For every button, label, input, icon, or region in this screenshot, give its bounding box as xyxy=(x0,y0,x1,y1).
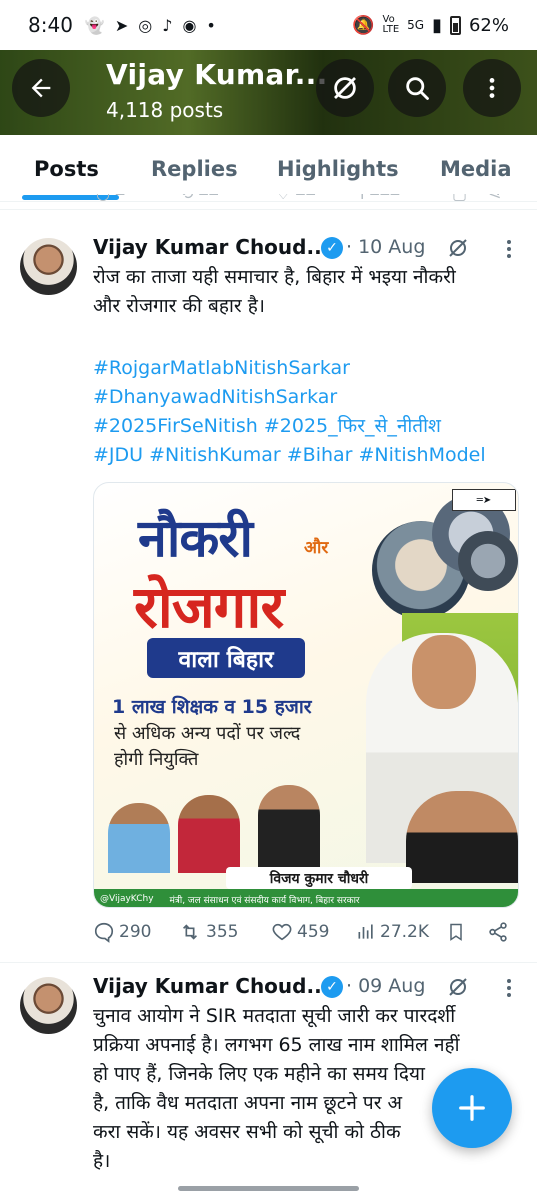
hashtag-link[interactable]: #2025FirSeNitish #2025_फिर_से_नीतीश xyxy=(93,412,525,441)
share-button[interactable] xyxy=(487,921,509,943)
gesture-nav-bar[interactable] xyxy=(178,1186,359,1191)
post-text-line: प्रक्रिया अपनाई है। लगभग 65 लाख नाम शामि… xyxy=(93,1034,460,1056)
hashtags: #RojgarMatlabNitishSarkar #DhanyawadNiti… xyxy=(93,354,525,470)
leader-face xyxy=(412,635,476,709)
post-media-image[interactable]: ═➤ नौकरी और रोजगार वाला बिहार 1 लाख शिक्… xyxy=(93,482,519,908)
media-line-1: 1 लाख शिक्षक व 15 हजार xyxy=(112,696,312,718)
media-conjunction: और xyxy=(304,538,329,558)
volte-icon: Vo LTE xyxy=(382,14,400,35)
profile-name: Vijay Kumar... xyxy=(106,58,328,91)
heart-icon xyxy=(272,923,292,941)
views-button[interactable]: 27.2K xyxy=(356,921,429,943)
signal-icon: ▮ xyxy=(432,14,442,36)
post-text-line: है। xyxy=(93,1150,111,1172)
tab-replies[interactable]: Replies xyxy=(151,157,238,181)
media-line-3: होगी नियुक्ति xyxy=(114,749,199,770)
hashtag-link[interactable]: #JDU #NitishKumar #Bihar #NitishModel xyxy=(93,441,525,470)
plus-icon xyxy=(459,1095,485,1121)
media-name-bar: विजय कुमार चौधरी xyxy=(226,867,412,889)
reply-count: 290 xyxy=(119,922,152,942)
media-badge: वाला बिहार xyxy=(147,638,305,678)
media-footer-handle: @VijayKChy xyxy=(100,894,154,904)
media-headline-1: नौकरी xyxy=(138,509,253,569)
author-avatar[interactable] xyxy=(20,238,77,295)
profile-header: Vijay Kumar... 4,118 posts xyxy=(0,50,537,135)
music-icon: ♪ xyxy=(162,15,173,35)
post-text-line: और रोजगार की बहार है। xyxy=(93,295,265,317)
verified-badge-icon: ✓ xyxy=(321,976,343,998)
repost-button[interactable]: 355 xyxy=(178,921,238,943)
minister-figure xyxy=(406,791,518,883)
post-actions: 290 355 459 27.2K xyxy=(0,921,537,951)
tab-posts[interactable]: Posts xyxy=(34,157,99,181)
post-text-line: रोज का ताजा यही समाचार है, बिहार में भइय… xyxy=(93,266,456,288)
repost-count: 355 xyxy=(206,922,239,942)
tab-highlights[interactable]: Highlights xyxy=(277,157,399,181)
post-count: 4,118 posts xyxy=(106,98,224,122)
author-name[interactable]: Vijay Kumar Choud... xyxy=(93,974,329,998)
bookmark-button[interactable] xyxy=(446,921,466,943)
media-footer-title: मंत्री, जल संसाधन एवं संसदीय कार्य विभाग… xyxy=(169,895,360,906)
like-button[interactable]: 459 xyxy=(271,921,329,943)
bookmark-icon xyxy=(450,923,462,941)
post-text-line: चुनाव आयोग ने SIR मतदाता सूची जारी कर पा… xyxy=(93,1005,456,1027)
app-icon: ◉ xyxy=(182,15,197,35)
repost-icon xyxy=(182,924,198,940)
search-button[interactable] xyxy=(388,59,446,117)
grok-icon[interactable] xyxy=(446,975,470,999)
like-count: 459 xyxy=(297,922,330,942)
workers-photo xyxy=(458,531,518,591)
author-name[interactable]: Vijay Kumar Choud... xyxy=(93,235,329,259)
post-date[interactable]: · 10 Aug xyxy=(346,236,425,258)
view-count: 27.2K xyxy=(380,922,429,942)
back-button[interactable] xyxy=(12,59,70,117)
post-more-icon[interactable] xyxy=(499,237,519,261)
status-time: 8:40 xyxy=(28,13,73,37)
reply-icon xyxy=(94,922,114,943)
profile-tabs: Posts Replies Highlights Media xyxy=(0,135,537,202)
snapchat-icon: 👻 xyxy=(84,15,105,35)
reply-button[interactable]: 290 xyxy=(93,921,151,943)
more-vertical-icon xyxy=(489,78,495,98)
dot-icon: • xyxy=(206,15,216,35)
back-arrow-icon xyxy=(31,78,51,98)
grok-button[interactable] xyxy=(316,59,374,117)
media-headline-2: रोजगार xyxy=(134,573,284,641)
youth-figures xyxy=(108,783,358,873)
network-label: 5G xyxy=(407,18,425,32)
post-date[interactable]: · 09 Aug xyxy=(346,975,425,997)
media-footer: @VijayKChy मंत्री, जल संसाधन एवं संसदीय … xyxy=(94,889,518,907)
hashtag-link[interactable]: #DhanyawadNitishSarkar xyxy=(93,383,525,412)
mute-icon: 🔕 xyxy=(352,14,375,36)
post-text: रोज का ताजा यही समाचार है, बिहार में भइय… xyxy=(93,263,518,321)
tab-media[interactable]: Media xyxy=(440,157,512,181)
post-more-icon[interactable] xyxy=(499,976,519,1000)
grok-icon xyxy=(334,77,356,99)
share-icon xyxy=(489,922,507,942)
media-line-2: से अधिक अन्य पदों पर जल्द xyxy=(114,723,301,744)
party-logo: ═➤ xyxy=(452,489,516,511)
notification-icons: 👻 ➤ ◎ ♪ ◉ • xyxy=(85,16,216,35)
views-icon xyxy=(358,924,373,939)
instagram-icon: ◎ xyxy=(138,15,153,35)
verified-badge-icon: ✓ xyxy=(321,237,343,259)
hashtag-link[interactable]: #RojgarMatlabNitishSarkar xyxy=(93,354,525,383)
more-options-button[interactable] xyxy=(463,59,521,117)
battery-icon xyxy=(449,15,461,35)
system-icons: 🔕 Vo LTE 5G ▮ 62% xyxy=(352,15,509,36)
search-icon xyxy=(406,77,429,100)
grok-icon[interactable] xyxy=(446,236,470,260)
author-avatar[interactable] xyxy=(20,977,77,1034)
telegram-icon: ➤ xyxy=(114,15,129,35)
status-bar: 8:40 👻 ➤ ◎ ♪ ◉ • 🔕 Vo LTE 5G ▮ 62% xyxy=(0,0,537,50)
battery-percent: 62% xyxy=(468,14,509,36)
compose-button[interactable] xyxy=(432,1068,512,1148)
previous-post-actions: ○ ‒ ⟲ ‒‒ ♡ ‒‒ ı ‒‒‒ ▢ ⋖ xyxy=(0,194,537,210)
